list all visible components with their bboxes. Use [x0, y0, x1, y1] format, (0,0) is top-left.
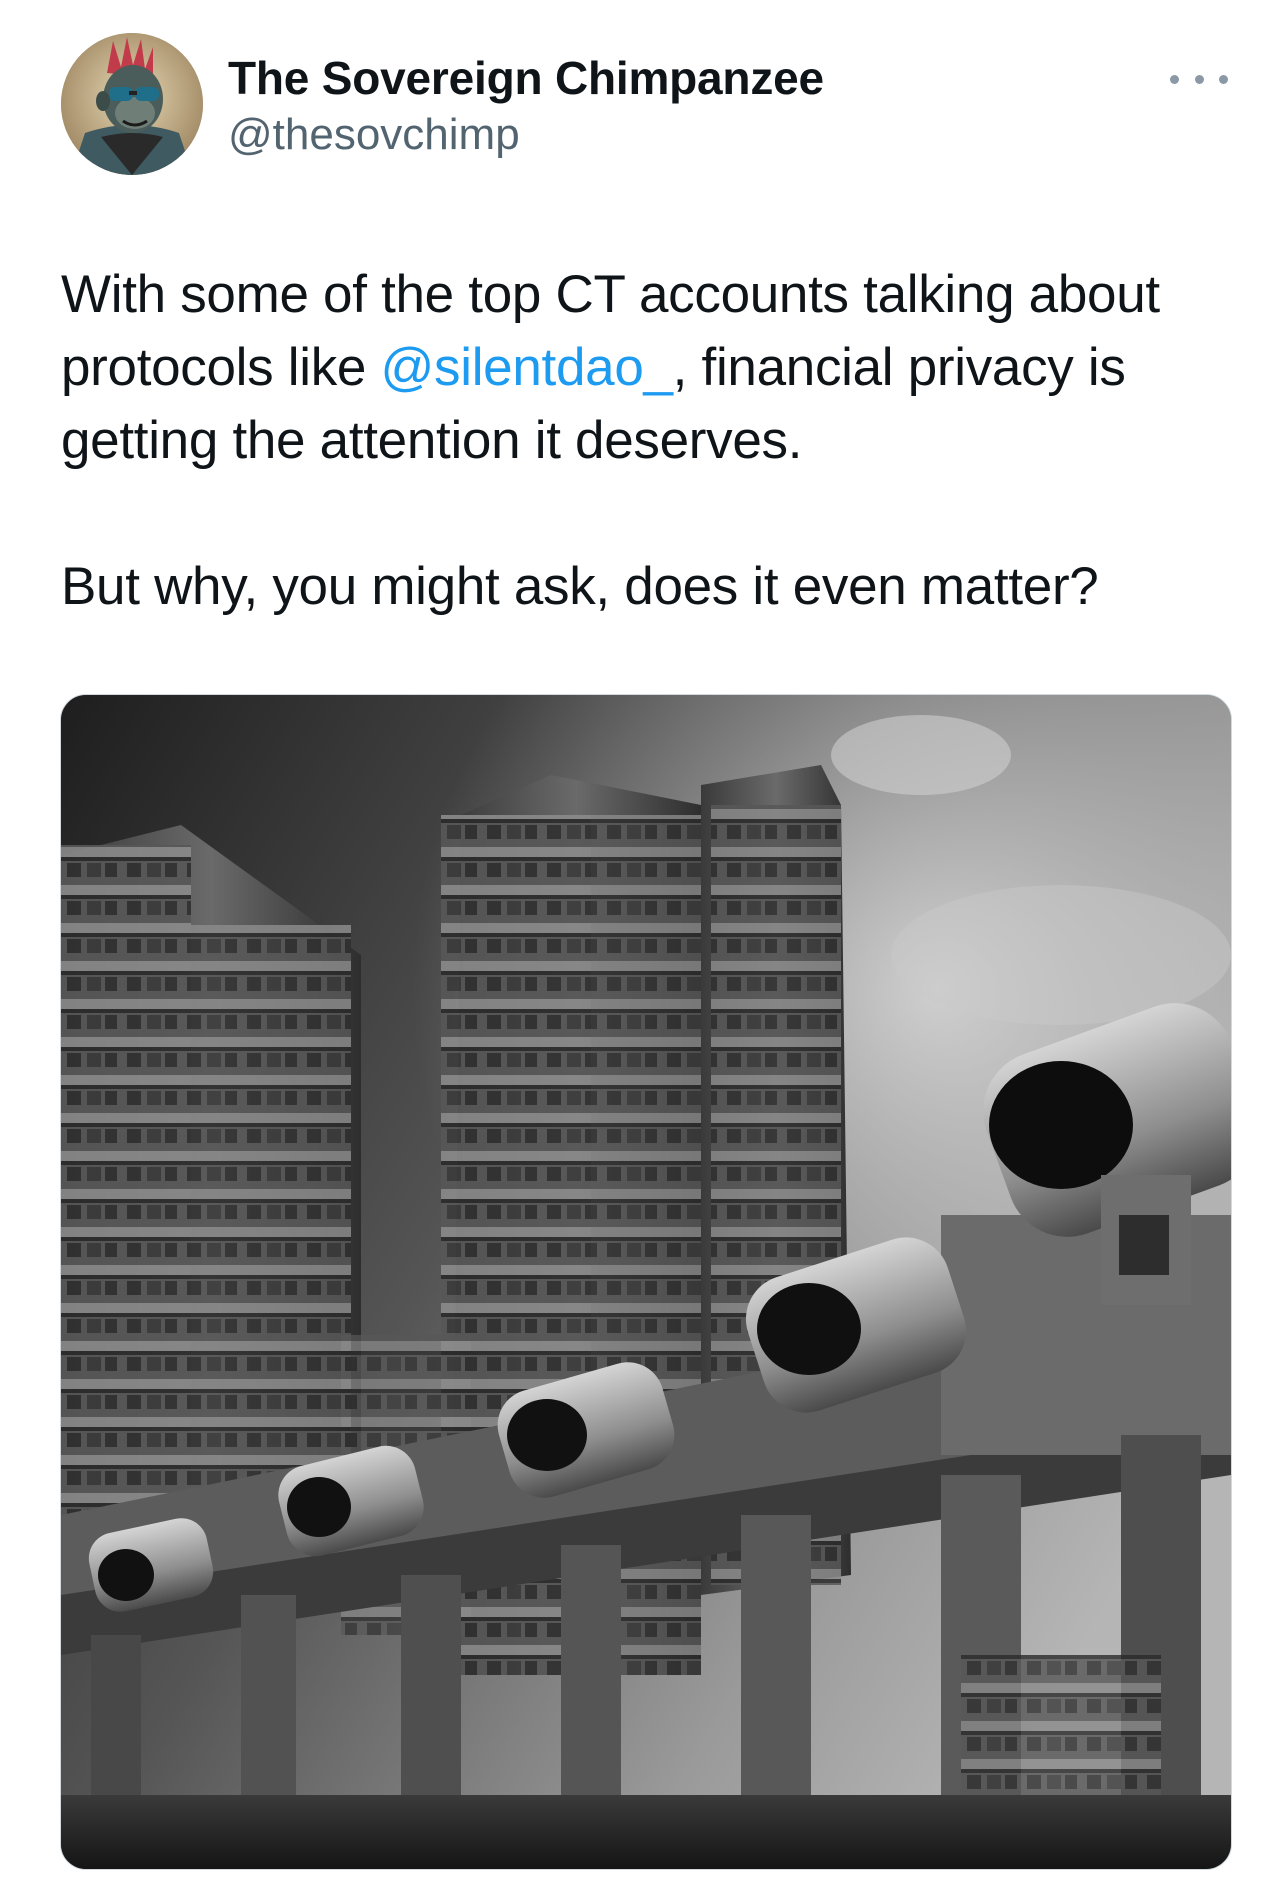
tweet-paragraph-1: With some of the top CT accounts talking… — [61, 258, 1231, 477]
more-horizontal-icon-dot — [1219, 74, 1228, 84]
author-avatar[interactable] — [61, 33, 203, 175]
author-handle[interactable]: @thesovchimp — [228, 108, 824, 162]
tweet-media-image[interactable] — [60, 694, 1232, 1870]
more-horizontal-icon — [1170, 74, 1179, 84]
author-display-name[interactable]: The Sovereign Chimpanzee — [228, 50, 824, 106]
mention-link[interactable]: @silentdao_ — [381, 338, 673, 397]
tweet: The Sovereign Chimpanzee @thesovchimp Wi… — [0, 0, 1284, 1904]
tweet-paragraph-2: But why, you might ask, does it even mat… — [61, 557, 1099, 616]
tweet-text: With some of the top CT accounts talking… — [61, 258, 1231, 623]
more-horizontal-icon-dot — [1194, 74, 1204, 84]
author-info: The Sovereign Chimpanzee @thesovchimp — [228, 50, 824, 162]
chimpanzee-avatar-icon — [61, 33, 203, 175]
more-options-button[interactable] — [1170, 64, 1228, 94]
surveillance-cameras-image — [61, 695, 1231, 1869]
